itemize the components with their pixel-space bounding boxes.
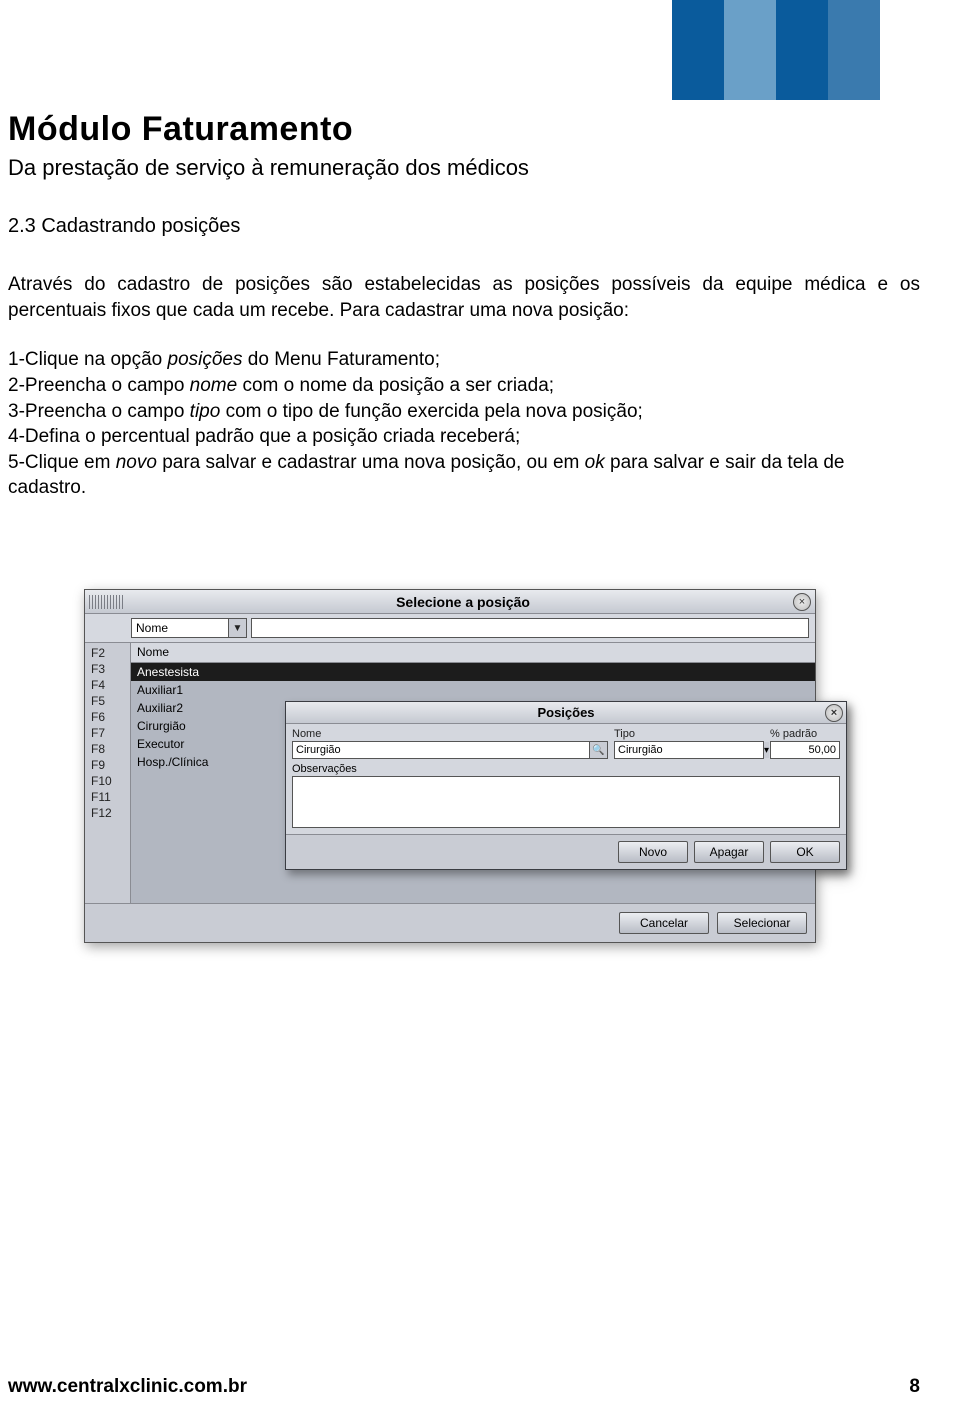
bar bbox=[724, 0, 776, 100]
selecionar-button[interactable]: Selecionar bbox=[717, 912, 807, 934]
italic: novo bbox=[116, 452, 157, 473]
label-tipo: Tipo bbox=[614, 728, 764, 740]
filter-value-input-wrap[interactable] bbox=[251, 618, 809, 638]
steps-list: 1-Clique na opção posições do Menu Fatur… bbox=[8, 347, 920, 501]
cancelar-button[interactable]: Cancelar bbox=[619, 912, 709, 934]
dialog-titlebar[interactable]: Posições × bbox=[286, 702, 846, 724]
fkey: F11 bbox=[85, 789, 130, 805]
close-icon[interactable]: × bbox=[825, 704, 843, 722]
list-header[interactable]: Nome bbox=[131, 643, 815, 663]
label-nome: Nome bbox=[292, 728, 608, 740]
footer-url: www.centralxclinic.com.br bbox=[8, 1376, 247, 1398]
fkey: F8 bbox=[85, 741, 130, 757]
step-4: 4-Defina o percentual padrão que a posiç… bbox=[8, 424, 920, 450]
chevron-down-icon[interactable]: ▾ bbox=[763, 742, 769, 758]
fkey: F3 bbox=[85, 661, 130, 677]
fkey: F6 bbox=[85, 709, 130, 725]
italic: tipo bbox=[190, 401, 221, 422]
page-footer: www.centralxclinic.com.br 8 bbox=[8, 1376, 920, 1398]
text: 2-Preencha o campo bbox=[8, 375, 190, 396]
text: do Menu Faturamento; bbox=[243, 349, 441, 370]
dialog-posicoes: Posições × Nome 🔍 bbox=[285, 701, 847, 870]
list-item[interactable]: Anestesista bbox=[131, 663, 815, 681]
page-subtitle: Da prestação de serviço à remuneração do… bbox=[8, 155, 920, 181]
filter-field-combo[interactable]: ▼ bbox=[131, 618, 247, 638]
search-icon[interactable]: 🔍 bbox=[589, 742, 607, 758]
fkey: F2 bbox=[85, 645, 130, 661]
header-color-bars bbox=[672, 0, 880, 100]
fkey: F7 bbox=[85, 725, 130, 741]
fkey: F10 bbox=[85, 773, 130, 789]
italic: ok bbox=[585, 452, 605, 473]
list-area: Nome Anestesista Auxiliar1 Auxiliar2 Cir… bbox=[131, 643, 815, 903]
text: 1-Clique na opção bbox=[8, 349, 168, 370]
dialog-titlebar[interactable]: Selecione a posição × bbox=[85, 590, 815, 614]
dialog-title: Selecione a posição bbox=[133, 594, 793, 610]
text: 5-Clique em bbox=[8, 452, 116, 473]
step-1: 1-Clique na opção posições do Menu Fatur… bbox=[8, 347, 920, 373]
nome-input[interactable] bbox=[293, 742, 589, 758]
chevron-down-icon[interactable]: ▼ bbox=[228, 619, 246, 637]
label-observacoes: Observações bbox=[292, 763, 840, 775]
screenshot-embed: Selecione a posição × ▼ F2 F3 F4 F5 F bbox=[84, 589, 920, 943]
step-2: 2-Preencha o campo nome com o nome da po… bbox=[8, 373, 920, 399]
italic: nome bbox=[190, 375, 238, 396]
fkey: F5 bbox=[85, 693, 130, 709]
titlebar-grip[interactable] bbox=[89, 595, 125, 609]
fkey-column: F2 F3 F4 F5 F6 F7 F8 F9 F10 F11 F12 bbox=[85, 643, 131, 903]
dialog-title: Posições bbox=[537, 705, 594, 720]
filter-row: ▼ bbox=[85, 614, 815, 643]
text: 3-Preencha o campo bbox=[8, 401, 190, 422]
label-percent: % padrão bbox=[770, 728, 840, 740]
text: com o nome da posição a ser criada; bbox=[237, 375, 554, 396]
step-5: 5-Clique em novo para salvar e cadastrar… bbox=[8, 450, 920, 501]
fkey: F12 bbox=[85, 805, 130, 821]
percent-input[interactable] bbox=[771, 742, 839, 758]
apagar-button[interactable]: Apagar bbox=[694, 841, 764, 863]
tipo-input[interactable] bbox=[615, 742, 763, 758]
step-3: 3-Preencha o campo tipo com o tipo de fu… bbox=[8, 399, 920, 425]
section-paragraph: Através do cadastro de posições são esta… bbox=[8, 272, 920, 323]
filter-value-input[interactable] bbox=[252, 619, 808, 637]
section-heading: 2.3 Cadastrando posições bbox=[8, 215, 920, 238]
filter-field-input[interactable] bbox=[132, 619, 228, 637]
page-title: Módulo Faturamento bbox=[8, 110, 920, 149]
text: para salvar e cadastrar uma nova posição… bbox=[157, 452, 585, 473]
ok-button[interactable]: OK bbox=[770, 841, 840, 863]
bar bbox=[776, 0, 828, 100]
bar bbox=[672, 0, 724, 100]
list-item[interactable]: Auxiliar1 bbox=[131, 681, 815, 699]
fkey: F4 bbox=[85, 677, 130, 693]
italic: posições bbox=[168, 349, 243, 370]
page-number: 8 bbox=[909, 1376, 920, 1398]
observacoes-textarea[interactable] bbox=[292, 776, 840, 828]
text: com o tipo de função exercida pela nova … bbox=[220, 401, 643, 422]
bar bbox=[828, 0, 880, 100]
dialog-selecione-posicao: Selecione a posição × ▼ F2 F3 F4 F5 F bbox=[84, 589, 816, 943]
fkey: F9 bbox=[85, 757, 130, 773]
novo-button[interactable]: Novo bbox=[618, 841, 688, 863]
close-icon[interactable]: × bbox=[793, 593, 811, 611]
